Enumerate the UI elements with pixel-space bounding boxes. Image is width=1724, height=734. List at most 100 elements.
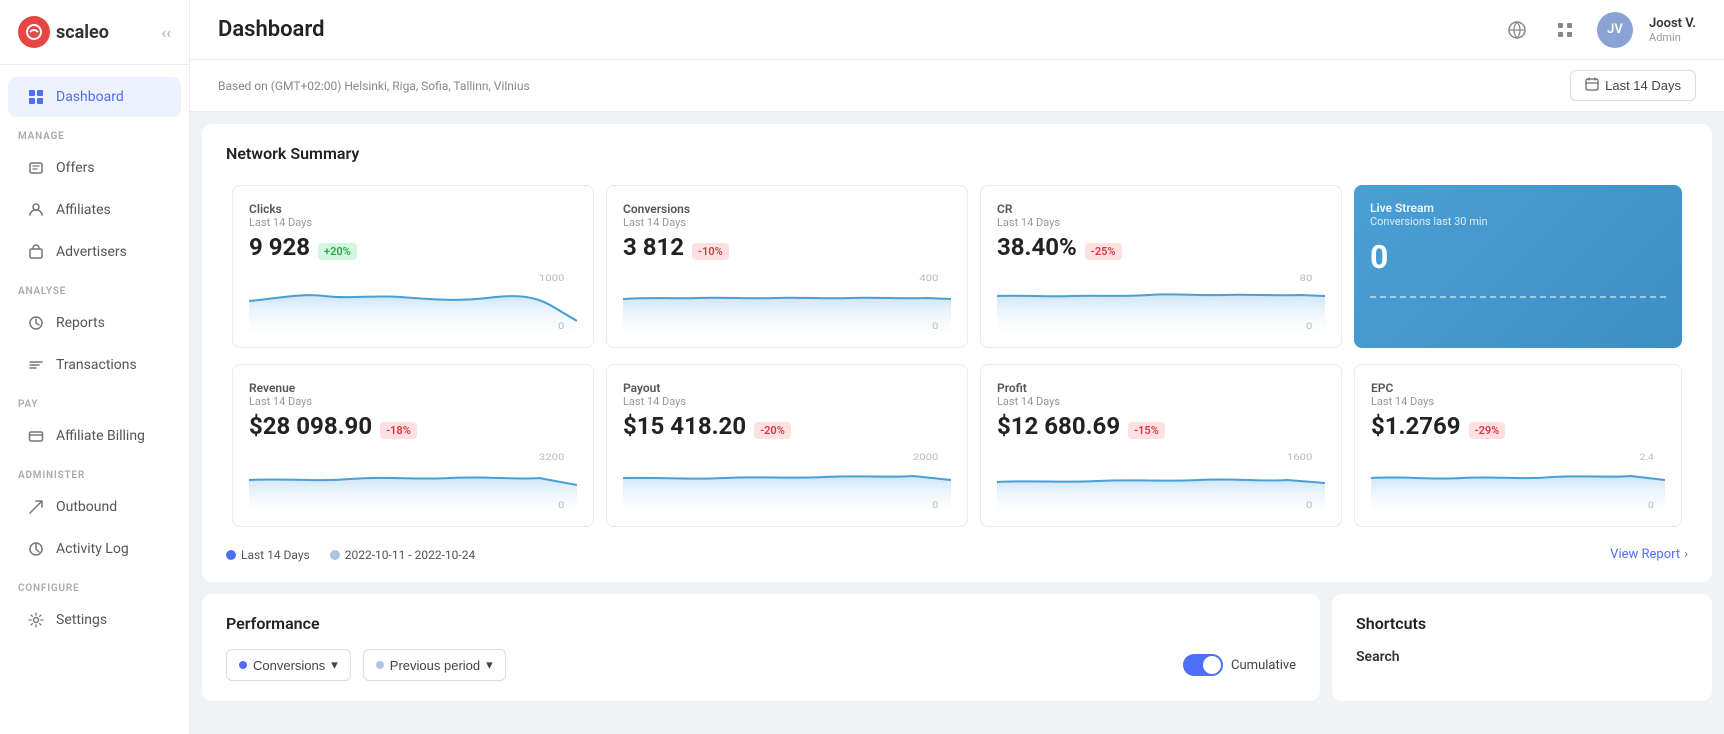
dashboard-icon (26, 87, 46, 107)
metric-clicks-period: Last 14 Days (249, 216, 577, 229)
user-name: Joost V. (1649, 16, 1696, 31)
metric-conversions-badge: -10% (692, 243, 729, 260)
sidebar-item-activity-log[interactable]: Activity Log (8, 529, 181, 569)
metric-profit-label: Profit (997, 381, 1325, 395)
nav-section-pay: PAY (0, 387, 189, 414)
view-report-label: View Report (1610, 547, 1680, 562)
nav-section-configure: CONFIGURE (0, 571, 189, 598)
metric-revenue-label: Revenue (249, 381, 577, 395)
nav-section-administer: ADMINISTER (0, 458, 189, 485)
sidebar-item-transactions[interactable]: Transactions (8, 345, 181, 385)
affiliates-icon (26, 200, 46, 220)
sidebar-item-offers[interactable]: Offers (8, 148, 181, 188)
reports-icon (26, 313, 46, 333)
calendar-icon (1585, 77, 1599, 94)
legend-current-dot (226, 550, 236, 560)
metric-cr-period: Last 14 Days (997, 216, 1325, 229)
avatar[interactable]: JV (1597, 12, 1633, 48)
svg-text:2000: 2000 (913, 451, 939, 462)
outbound-icon (26, 497, 46, 517)
metric-revenue-period: Last 14 Days (249, 395, 577, 408)
sidebar-nav: Dashboard MANAGE Offers Affiliates Adver… (0, 65, 189, 734)
svg-text:0: 0 (558, 320, 565, 331)
metric-payout-value: $15 418.20 -20% (623, 412, 951, 440)
metric-payout-period: Last 14 Days (623, 395, 951, 408)
activity-log-icon (26, 539, 46, 559)
metric-clicks-badge: +20% (318, 243, 357, 260)
metric-profit: Profit Last 14 Days $12 680.69 -15% 1600… (980, 364, 1342, 527)
performance-section: Performance Conversions ▾ Previous perio… (202, 594, 1320, 701)
header-right: JV Joost V. Admin (1501, 12, 1696, 48)
metric-conversions-chart: 400 0 (623, 271, 951, 331)
metric-payout: Payout Last 14 Days $15 418.20 -20% 2000… (606, 364, 968, 527)
live-stream-dashed-line (1370, 296, 1666, 306)
previous-period-dropdown[interactable]: Previous period ▾ (363, 649, 506, 681)
grid-icon[interactable] (1549, 14, 1581, 46)
collapse-sidebar-button[interactable]: ‹‹ (161, 23, 171, 42)
svg-text:400: 400 (919, 272, 938, 283)
svg-text:0: 0 (932, 499, 939, 510)
date-range-label: Last 14 Days (1605, 78, 1681, 93)
svg-text:0: 0 (1648, 501, 1654, 510)
globe-icon[interactable] (1501, 14, 1533, 46)
sidebar-item-label-advertisers: Advertisers (56, 244, 127, 260)
svg-text:1000: 1000 (539, 272, 565, 283)
metric-payout-badge: -20% (754, 422, 791, 439)
shortcuts-section: Shortcuts Search (1332, 594, 1712, 701)
metric-live-stream-sublabel: Conversions last 30 min (1370, 215, 1666, 228)
metric-conversions-label: Conversions (623, 202, 951, 216)
metric-live-stream: Live Stream Conversions last 30 min 0 (1354, 185, 1682, 348)
sidebar-item-settings[interactable]: Settings (8, 600, 181, 640)
user-info: Joost V. Admin (1649, 16, 1696, 44)
nav-section-analyse: ANALYSE (0, 274, 189, 301)
metrics-row-2: Revenue Last 14 Days $28 098.90 -18% 320… (226, 358, 1688, 533)
sidebar-item-advertisers[interactable]: Advertisers (8, 232, 181, 272)
legend-current-label: Last 14 Days (241, 548, 310, 562)
svg-text:1600: 1600 (1287, 451, 1313, 462)
conversions-dropdown[interactable]: Conversions ▾ (226, 649, 351, 681)
logo-text: scaleo (56, 22, 109, 43)
timezone-bar: Based on (GMT+02:00) Helsinki, Riga, Sof… (190, 60, 1724, 112)
sidebar-item-label-outbound: Outbound (56, 499, 117, 515)
sidebar-item-outbound[interactable]: Outbound (8, 487, 181, 527)
metric-clicks-value: 9 928 +20% (249, 233, 577, 261)
network-summary-title: Network Summary (226, 144, 1688, 163)
metric-revenue: Revenue Last 14 Days $28 098.90 -18% 320… (232, 364, 594, 527)
cumulative-switch[interactable] (1183, 654, 1223, 676)
bottom-grid: Performance Conversions ▾ Previous perio… (202, 594, 1712, 701)
svg-text:0: 0 (1306, 320, 1313, 331)
metric-conversions-period: Last 14 Days (623, 216, 951, 229)
sidebar-item-label-affiliate-billing: Affiliate Billing (56, 428, 145, 444)
affiliate-billing-icon (26, 426, 46, 446)
conversions-dropdown-label: Conversions (253, 658, 325, 673)
user-role: Admin (1649, 31, 1696, 44)
sidebar-item-label-transactions: Transactions (56, 357, 137, 373)
sidebar-logo-area: scaleo ‹‹ (0, 0, 189, 65)
metric-clicks-label: Clicks (249, 202, 577, 216)
svg-text:3200: 3200 (539, 451, 565, 462)
sidebar-item-affiliate-billing[interactable]: Affiliate Billing (8, 416, 181, 456)
previous-period-chevron-icon: ▾ (486, 657, 493, 673)
metric-cr-label: CR (997, 202, 1325, 216)
logo-icon (18, 16, 50, 48)
svg-text:0: 0 (932, 320, 939, 331)
sidebar-item-reports[interactable]: Reports (8, 303, 181, 343)
date-range-button[interactable]: Last 14 Days (1570, 70, 1696, 101)
metric-payout-chart: 2000 0 (623, 450, 951, 510)
logo[interactable]: scaleo (18, 16, 109, 48)
shortcuts-title: Shortcuts (1356, 614, 1688, 633)
metric-revenue-chart: 3200 0 (249, 450, 577, 510)
legend-previous: 2022-10-11 - 2022-10-24 (330, 548, 475, 562)
previous-period-label: Previous period (390, 658, 480, 673)
conversions-chevron-icon: ▾ (331, 657, 338, 673)
metric-cr-chart: 80 0 (997, 271, 1325, 331)
sidebar-item-dashboard[interactable]: Dashboard (8, 77, 181, 117)
metric-conversions: Conversions Last 14 Days 3 812 -10% 400 … (606, 185, 968, 348)
settings-icon (26, 610, 46, 630)
shortcuts-search-label: Search (1356, 649, 1688, 665)
cumulative-toggle: Cumulative (1183, 654, 1296, 676)
performance-title: Performance (226, 614, 1296, 633)
timezone-text: Based on (GMT+02:00) Helsinki, Riga, Sof… (218, 79, 530, 93)
view-report-link[interactable]: View Report › (1610, 547, 1688, 562)
sidebar-item-affiliates[interactable]: Affiliates (8, 190, 181, 230)
